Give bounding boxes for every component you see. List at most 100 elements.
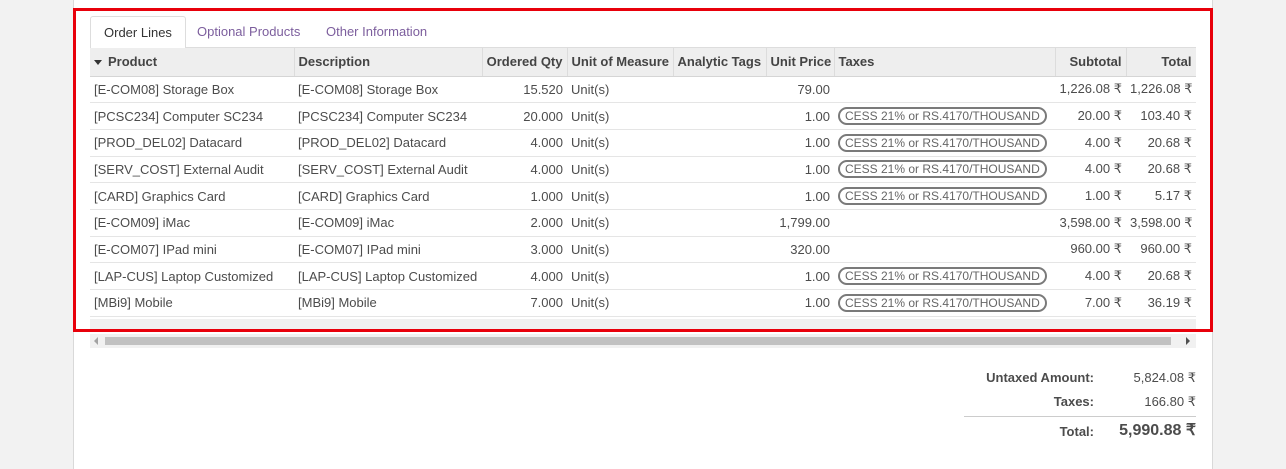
cell-description[interactable]: [SERV_COST] External Audit xyxy=(294,156,482,184)
cell-description[interactable]: [LAP-CUS] Laptop Customized xyxy=(294,262,482,290)
cell-description[interactable]: [E-COM09] iMac xyxy=(294,209,482,237)
table-row[interactable]: [SERV_COST] External Audit [SERV_COST] Ex… xyxy=(90,156,1196,184)
column-header-total[interactable]: Total xyxy=(1126,48,1196,77)
table-row[interactable]: [E-COM07] IPad mini [E-COM07] IPad mini 3.… xyxy=(90,236,1196,264)
cell-total[interactable]: 960.00 ₹ xyxy=(1126,236,1196,264)
cell-ordered-qty[interactable]: 2.000 xyxy=(482,209,567,237)
cell-total[interactable]: 103.40 ₹ xyxy=(1126,102,1196,130)
cell-product[interactable]: [E-COM09] iMac xyxy=(90,209,294,237)
column-header-product[interactable]: Product xyxy=(90,48,295,77)
cell-subtotal[interactable]: 20.00 ₹ xyxy=(1055,102,1126,130)
cell-ordered-qty[interactable]: 4.000 xyxy=(482,129,567,157)
cell-taxes[interactable] xyxy=(834,209,1055,237)
scrollbar-thumb[interactable] xyxy=(105,337,1171,345)
cell-subtotal[interactable]: 960.00 ₹ xyxy=(1055,236,1126,264)
cell-product[interactable]: [PROD_DEL02] Datacard xyxy=(90,129,294,157)
column-header-taxes[interactable]: Taxes xyxy=(834,48,1056,77)
cell-analytic-tags[interactable] xyxy=(673,236,766,264)
cell-analytic-tags[interactable] xyxy=(673,102,766,130)
cell-subtotal[interactable]: 1,226.08 ₹ xyxy=(1055,76,1126,104)
cell-description[interactable]: [MBi9] Mobile xyxy=(294,289,482,317)
cell-description[interactable]: [PCSC234] Computer SC234 xyxy=(294,102,482,130)
cell-uom[interactable]: Unit(s) xyxy=(567,76,673,104)
table-row[interactable]: [PCSC234] Computer SC234 [PCSC234] Comput… xyxy=(90,102,1196,130)
cell-taxes[interactable]: CESS 21% or RS.4170/THOUSAND xyxy=(834,182,1055,210)
cell-taxes[interactable]: CESS 21% or RS.4170/THOUSAND xyxy=(834,129,1055,157)
cell-analytic-tags[interactable] xyxy=(673,129,766,157)
cell-uom[interactable]: Unit(s) xyxy=(567,182,673,210)
tab-optional-products[interactable]: Optional Products xyxy=(184,16,313,48)
cell-total[interactable]: 5.17 ₹ xyxy=(1126,182,1196,210)
cell-unit-price[interactable]: 1.00 xyxy=(766,289,834,317)
cell-total[interactable]: 20.68 ₹ xyxy=(1126,129,1196,157)
cell-analytic-tags[interactable] xyxy=(673,209,766,237)
column-header-unit-price[interactable]: Unit Price xyxy=(766,48,835,77)
cell-unit-price[interactable]: 1,799.00 xyxy=(766,209,834,237)
table-row[interactable]: [E-COM09] iMac [E-COM09] iMac 2.000 Unit(s)… xyxy=(90,209,1196,237)
cell-total[interactable]: 1,226.08 ₹ xyxy=(1126,76,1196,104)
cell-unit-price[interactable]: 320.00 xyxy=(766,236,834,264)
cell-total[interactable]: 20.68 ₹ xyxy=(1126,262,1196,290)
cell-analytic-tags[interactable] xyxy=(673,182,766,210)
cell-product[interactable]: [E-COM08] Storage Box xyxy=(90,76,294,104)
cell-ordered-qty[interactable]: 15.520 xyxy=(482,76,567,104)
cell-uom[interactable]: Unit(s) xyxy=(567,209,673,237)
cell-ordered-qty[interactable]: 3.000 xyxy=(482,236,567,264)
cell-uom[interactable]: Unit(s) xyxy=(567,156,673,184)
cell-uom[interactable]: Unit(s) xyxy=(567,236,673,264)
cell-product[interactable]: [CARD] Graphics Card xyxy=(90,182,294,210)
cell-uom[interactable]: Unit(s) xyxy=(567,262,673,290)
cell-uom[interactable]: Unit(s) xyxy=(567,102,673,130)
cell-product[interactable]: [SERV_COST] External Audit xyxy=(90,156,294,184)
cell-ordered-qty[interactable]: 7.000 xyxy=(482,289,567,317)
table-row[interactable]: [CARD] Graphics Card [CARD] Graphics Card… xyxy=(90,182,1196,210)
tab-other-information[interactable]: Other Information xyxy=(313,16,440,48)
cell-product[interactable]: [MBi9] Mobile xyxy=(90,289,294,317)
cell-subtotal[interactable]: 3,598.00 ₹ xyxy=(1055,209,1126,237)
cell-ordered-qty[interactable]: 1.000 xyxy=(482,182,567,210)
cell-taxes[interactable] xyxy=(834,76,1055,104)
cell-unit-price[interactable]: 1.00 xyxy=(766,182,834,210)
cell-analytic-tags[interactable] xyxy=(673,289,766,317)
tab-order-lines[interactable]: Order Lines xyxy=(90,16,186,49)
cell-analytic-tags[interactable] xyxy=(673,156,766,184)
cell-taxes[interactable]: CESS 21% or RS.4170/THOUSAND xyxy=(834,102,1055,130)
cell-uom[interactable]: Unit(s) xyxy=(567,129,673,157)
cell-subtotal[interactable]: 7.00 ₹ xyxy=(1055,289,1126,317)
cell-unit-price[interactable]: 1.00 xyxy=(766,156,834,184)
table-row[interactable]: [LAP-CUS] Laptop Customized [LAP-CUS] Lap… xyxy=(90,262,1196,290)
cell-total[interactable]: 3,598.00 ₹ xyxy=(1126,209,1196,237)
table-row[interactable]: [MBi9] Mobile [MBi9] Mobile 7.000 Unit(s) 1.… xyxy=(90,289,1196,317)
cell-taxes[interactable]: CESS 21% or RS.4170/THOUSAND xyxy=(834,262,1055,290)
cell-unit-price[interactable]: 79.00 xyxy=(766,76,834,104)
cell-ordered-qty[interactable]: 4.000 xyxy=(482,262,567,290)
cell-subtotal[interactable]: 4.00 ₹ xyxy=(1055,129,1126,157)
cell-product[interactable]: [PCSC234] Computer SC234 xyxy=(90,102,294,130)
cell-ordered-qty[interactable]: 20.000 xyxy=(482,102,567,130)
column-header-description[interactable]: Description xyxy=(294,48,483,77)
cell-subtotal[interactable]: 4.00 ₹ xyxy=(1055,262,1126,290)
cell-taxes[interactable]: CESS 21% or RS.4170/THOUSAND xyxy=(834,289,1055,317)
cell-analytic-tags[interactable] xyxy=(673,76,766,104)
cell-uom[interactable]: Unit(s) xyxy=(567,289,673,317)
cell-unit-price[interactable]: 1.00 xyxy=(766,102,834,130)
cell-analytic-tags[interactable] xyxy=(673,262,766,290)
column-header-ordered-qty[interactable]: Ordered Qty xyxy=(482,48,568,77)
table-row[interactable]: [E-COM08] Storage Box [E-COM08] Storage B… xyxy=(90,76,1196,104)
cell-subtotal[interactable]: 1.00 ₹ xyxy=(1055,182,1126,210)
cell-unit-price[interactable]: 1.00 xyxy=(766,262,834,290)
cell-subtotal[interactable]: 4.00 ₹ xyxy=(1055,156,1126,184)
cell-product[interactable]: [LAP-CUS] Laptop Customized xyxy=(90,262,294,290)
column-header-analytic-tags[interactable]: Analytic Tags xyxy=(673,48,767,77)
table-row[interactable]: [PROD_DEL02] Datacard [PROD_DEL02] Dataca… xyxy=(90,129,1196,157)
cell-product[interactable]: [E-COM07] IPad mini xyxy=(90,236,294,264)
cell-description[interactable]: [E-COM08] Storage Box xyxy=(294,76,482,104)
scroll-right-icon[interactable] xyxy=(1186,337,1190,345)
horizontal-scrollbar[interactable] xyxy=(90,334,1196,348)
cell-taxes[interactable] xyxy=(834,236,1055,264)
cell-taxes[interactable]: CESS 21% or RS.4170/THOUSAND xyxy=(834,156,1055,184)
cell-total[interactable]: 20.68 ₹ xyxy=(1126,156,1196,184)
cell-description[interactable]: [E-COM07] IPad mini xyxy=(294,236,482,264)
column-header-subtotal[interactable]: Subtotal xyxy=(1055,48,1127,77)
column-header-uom[interactable]: Unit of Measure xyxy=(567,48,674,77)
